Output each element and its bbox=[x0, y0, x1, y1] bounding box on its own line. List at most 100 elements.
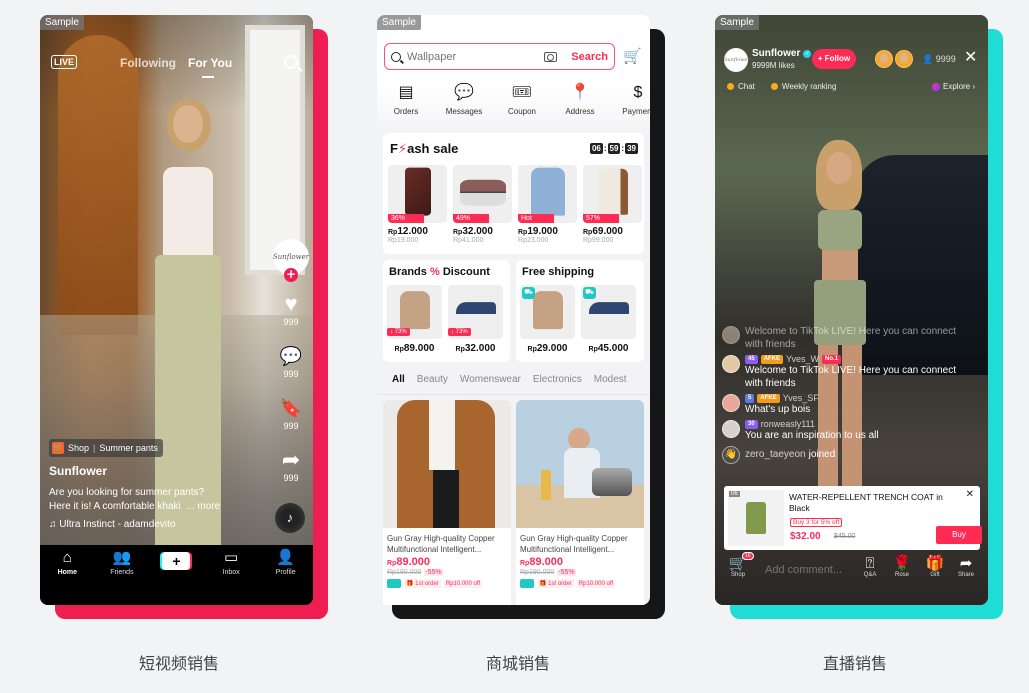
share-button[interactable]: ➦ Share bbox=[951, 555, 981, 578]
cart-icon[interactable]: 🛒 bbox=[623, 47, 642, 65]
bookmark-button[interactable]: 🔖 999 bbox=[272, 397, 310, 431]
profile-icon: 👤 bbox=[276, 549, 296, 566]
wave-icon: 👋 bbox=[722, 446, 740, 464]
sample-watermark: Sample bbox=[40, 15, 84, 30]
camera-icon[interactable] bbox=[544, 51, 558, 62]
truck-icon: ⛟ bbox=[583, 287, 596, 299]
flash-sale-card[interactable]: F⚡ash sale 06:59:39 36% Rp12.000 Rp19.00… bbox=[383, 133, 644, 254]
search-icon bbox=[391, 51, 401, 62]
explore-icon bbox=[932, 82, 940, 91]
shortcut-messages[interactable]: 💬 Messages bbox=[435, 83, 493, 116]
music-note-icon: ♫ bbox=[49, 519, 60, 530]
nav-friends[interactable]: 👥 Friends bbox=[102, 549, 142, 605]
close-icon[interactable]: ✕ bbox=[964, 50, 977, 66]
music-disc-icon[interactable]: ♪ bbox=[275, 503, 305, 533]
explore-link[interactable]: Explore › bbox=[932, 82, 975, 91]
coupon-tag: Rp10.000 off bbox=[576, 579, 616, 588]
discount-item[interactable]: ↓ 73% Rp89.000 bbox=[387, 285, 442, 354]
comment-username[interactable]: Yves_W bbox=[786, 354, 819, 364]
share-button[interactable]: ➦ 999 bbox=[272, 449, 310, 484]
creator-avatar[interactable]: Sunflower + bbox=[273, 239, 309, 282]
product-card[interactable]: Gun Gray High-quality Copper Multifuncti… bbox=[516, 400, 644, 605]
search-button[interactable]: Search bbox=[571, 51, 608, 63]
user-avatar bbox=[722, 326, 740, 344]
pinned-product-card[interactable]: 06 WATER-REPELLENT TRENCH COAT in Black … bbox=[724, 486, 982, 550]
nav-create[interactable]: + bbox=[156, 549, 196, 605]
chat-link[interactable]: Chat bbox=[738, 82, 755, 91]
nav-inbox[interactable]: ▭ Inbox bbox=[211, 549, 251, 605]
product-old-price: $45.00 bbox=[834, 533, 856, 540]
level-badge: 45 bbox=[745, 354, 758, 364]
host-name[interactable]: Sunflower ✓ bbox=[752, 48, 812, 59]
live-phone: Sample Sunflower Sunflower ✓ 9999M likes … bbox=[715, 15, 988, 605]
close-icon[interactable]: ✕ bbox=[966, 489, 974, 500]
product-price: $32.00 bbox=[790, 531, 821, 542]
host-avatar[interactable]: Sunflower bbox=[724, 48, 750, 72]
user-avatar bbox=[722, 355, 740, 373]
viewer-count[interactable]: 👤 9999 bbox=[922, 54, 956, 65]
free-shipping-icon bbox=[387, 579, 401, 588]
free-shipping-item[interactable]: ⛟ Rp29.000 bbox=[520, 285, 575, 354]
caption-mall: 商城销售 bbox=[486, 654, 551, 673]
cart-count-badge: 16 bbox=[742, 552, 754, 560]
orders-icon: ▤ bbox=[398, 84, 414, 101]
first-order-tag: 🎁 1st order bbox=[537, 579, 574, 588]
search-icon[interactable] bbox=[284, 55, 298, 69]
author-name[interactable]: Sunflower bbox=[49, 464, 107, 478]
follow-plus-icon[interactable]: + bbox=[284, 268, 298, 282]
boots-image: 57% bbox=[583, 165, 642, 223]
top-viewer-avatar[interactable] bbox=[875, 50, 893, 68]
shortcut-orders[interactable]: ▤ Orders bbox=[377, 83, 435, 116]
nav-home[interactable]: ⌂ Home bbox=[47, 549, 87, 605]
search-input[interactable] bbox=[407, 50, 527, 63]
comment-username[interactable]: ronweasly111 bbox=[761, 419, 815, 429]
category-tabs: All Beauty Womenswear Electronics Modest bbox=[377, 371, 650, 395]
tab-all[interactable]: All bbox=[392, 371, 405, 394]
flash-item[interactable]: 57% Rp69.000 Rp99.000 bbox=[583, 165, 642, 244]
tab-modest[interactable]: Modest bbox=[594, 371, 627, 394]
tab-for-you[interactable]: For You bbox=[188, 56, 232, 70]
bookmark-count: 999 bbox=[283, 421, 299, 431]
rose-button[interactable]: 🌹 Rose bbox=[887, 555, 917, 578]
free-shipping-item[interactable]: ⛟ Rp45.000 bbox=[581, 285, 636, 354]
tank-top-image bbox=[728, 490, 784, 546]
weekly-ranking-link[interactable]: Weekly ranking bbox=[782, 82, 837, 91]
top-viewer-avatar[interactable] bbox=[895, 50, 913, 68]
shop-product-chip[interactable]: 🛒 Shop | Summer pants bbox=[49, 439, 163, 457]
comment-username[interactable]: Yves_SF bbox=[783, 393, 819, 403]
comment-button[interactable]: 💬 999 bbox=[272, 345, 310, 379]
tab-following[interactable]: Following bbox=[120, 56, 176, 70]
shop-button[interactable]: 🛒 Shop 16 bbox=[723, 552, 754, 578]
flash-item[interactable]: 36% Rp12.000 Rp19.000 bbox=[388, 165, 447, 244]
comment-count: 999 bbox=[283, 369, 299, 379]
product-card[interactable]: Gun Gray High-quality Copper Multifuncti… bbox=[383, 400, 511, 605]
gift-button[interactable]: 🎁 Gift bbox=[920, 555, 950, 578]
caption-live: 直播销售 bbox=[823, 654, 888, 673]
shortcut-address[interactable]: 📍 Address bbox=[551, 83, 609, 116]
live-info-row: Chat Weekly ranking bbox=[727, 82, 836, 91]
person-icon: 👤 bbox=[922, 54, 934, 64]
tab-beauty[interactable]: Beauty bbox=[417, 371, 448, 394]
sweater-image: ⛟ bbox=[520, 285, 575, 339]
music-label[interactable]: ♫ Ultra Instinct - adamdevito bbox=[49, 519, 175, 530]
shortcut-coupon[interactable]: 🎟 Coupon bbox=[493, 83, 551, 116]
free-shipping-card[interactable]: Free shipping ⛟ Rp29.000 ⛟ Rp45.000 bbox=[516, 260, 644, 362]
live-icon[interactable]: LIVE bbox=[51, 55, 78, 69]
more-link[interactable]: ... more bbox=[186, 501, 220, 512]
nav-profile[interactable]: 👤 Profile bbox=[266, 549, 306, 605]
qa-button[interactable]: ⍰ Q&A bbox=[855, 555, 885, 578]
comment-input[interactable] bbox=[765, 564, 850, 576]
comment-item: 5 AFKE Yves_SF What's up bois bbox=[722, 393, 962, 416]
like-button[interactable]: ♥ 999 bbox=[272, 293, 310, 328]
shortcut-payment[interactable]: $ Payment bbox=[609, 83, 650, 116]
discount-item[interactable]: ↓ 73% Rp32.000 bbox=[448, 285, 503, 354]
brands-discount-card[interactable]: Brands % Discount ↓ 73% Rp89.000 ↓ 73% R… bbox=[383, 260, 510, 362]
flash-item[interactable]: Hot Rp19.000 Rp23.000 bbox=[518, 165, 577, 244]
follow-button[interactable]: + Follow bbox=[812, 49, 856, 69]
flash-item[interactable]: 49% Rp32.000 Rp41.000 bbox=[453, 165, 512, 244]
bottom-nav: ⌂ Home 👥 Friends + ▭ Inbox 👤 Profile bbox=[40, 545, 313, 605]
countdown-timer: 06:59:39 bbox=[589, 143, 638, 154]
buy-button[interactable]: Buy bbox=[936, 526, 982, 544]
tab-electronics[interactable]: Electronics bbox=[533, 371, 582, 394]
tab-womenswear[interactable]: Womenswear bbox=[460, 371, 521, 394]
